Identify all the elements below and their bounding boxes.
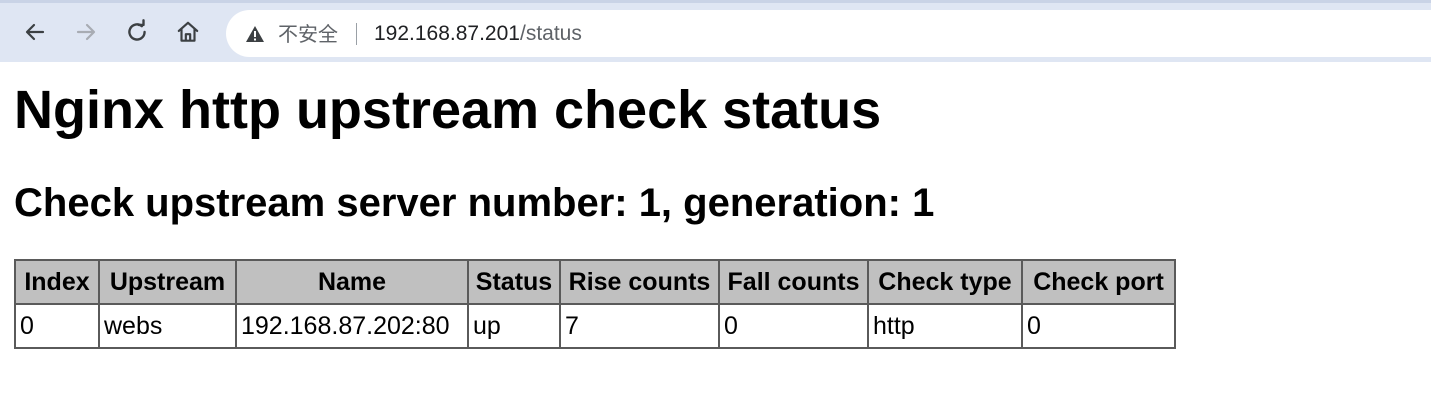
table-row: 0 webs 192.168.87.202:80 up 7 0 http 0 — [14, 303, 1176, 349]
reload-button[interactable] — [122, 17, 152, 47]
url-text[interactable]: 192.168.87.201/status — [374, 22, 582, 46]
column-header-status: Status — [467, 259, 561, 305]
cell-upstream: webs — [98, 303, 237, 349]
arrow-left-icon — [25, 23, 45, 41]
url-host: 192.168.87.201 — [374, 22, 520, 45]
url-path: /status — [519, 22, 582, 45]
column-header-upstream: Upstream — [98, 259, 237, 305]
column-header-rise-counts: Rise counts — [559, 259, 720, 305]
page-title: Nginx http upstream check status — [14, 80, 882, 140]
column-header-check-port: Check port — [1021, 259, 1176, 305]
warning-triangle-icon[interactable] — [245, 24, 265, 44]
page-subtitle: Check upstream server number: 1, generat… — [14, 181, 935, 225]
column-header-index: Index — [14, 259, 100, 305]
browser-toolbar: 不安全 192.168.87.201/status — [0, 0, 1431, 62]
column-header-name: Name — [235, 259, 469, 305]
home-icon — [177, 21, 199, 42]
cell-name: 192.168.87.202:80 — [235, 303, 469, 349]
cell-fall-counts: 0 — [718, 303, 869, 349]
reload-icon — [128, 19, 146, 41]
omnibox-divider — [356, 23, 357, 45]
cell-index: 0 — [14, 303, 100, 349]
cell-check-port: 0 — [1021, 303, 1176, 349]
column-header-fall-counts: Fall counts — [718, 259, 869, 305]
cell-rise-counts: 7 — [559, 303, 720, 349]
cell-status: up — [467, 303, 561, 349]
table-header-row: Index Upstream Name Status Rise counts F… — [14, 259, 1176, 305]
forward-button[interactable] — [71, 17, 101, 47]
arrow-right-icon — [76, 23, 96, 41]
address-bar[interactable]: 不安全 192.168.87.201/status — [226, 10, 1431, 57]
column-header-check-type: Check type — [867, 259, 1023, 305]
cell-check-type: http — [867, 303, 1023, 349]
back-button[interactable] — [20, 17, 50, 47]
security-status-label[interactable]: 不安全 — [278, 22, 338, 46]
home-button[interactable] — [173, 17, 203, 47]
upstream-status-table: Index Upstream Name Status Rise counts F… — [14, 259, 1176, 349]
